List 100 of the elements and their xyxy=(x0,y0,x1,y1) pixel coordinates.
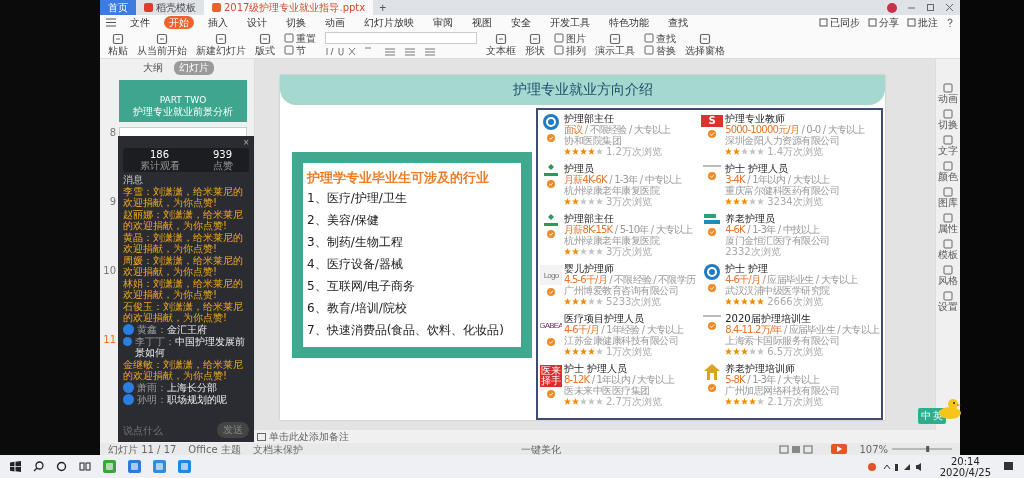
job-title[interactable]: 护理员 xyxy=(564,163,698,174)
side-tool[interactable]: 风格 xyxy=(938,265,958,286)
side-tool[interactable]: 切换 xyxy=(938,109,958,130)
notification-icon[interactable] xyxy=(1003,461,1014,472)
toolbar-action[interactable]: 已同步 xyxy=(819,15,860,30)
toolbar-button[interactable]: 图片 xyxy=(554,32,586,44)
toolbar-button[interactable]: 粘贴 xyxy=(108,32,128,56)
notes-placeholder[interactable]: 单击此处添加备注 xyxy=(269,429,349,444)
windows-start-icon[interactable] xyxy=(10,461,21,472)
thumbnail-text: 护理专业就业前景分析 xyxy=(133,105,233,119)
toolbar-button[interactable]: 替换 xyxy=(644,44,676,56)
company-name: 广州加思网络科技有限公司 xyxy=(725,385,841,396)
zoom-slider[interactable] xyxy=(892,445,952,453)
menu-tab[interactable]: 特色功能 xyxy=(604,16,654,29)
round-logo-icon xyxy=(703,263,722,281)
action-icon xyxy=(819,18,828,27)
menu-tab[interactable]: 开发工具 xyxy=(545,16,595,29)
menu-icon[interactable] xyxy=(106,18,116,27)
view-count: 1.4万次浏览 xyxy=(767,146,824,157)
app-icon[interactable] xyxy=(128,460,141,473)
job-title[interactable]: 养老护理员 xyxy=(725,213,879,224)
side-tool[interactable]: 模板 xyxy=(938,239,958,260)
maximize-icon[interactable] xyxy=(926,3,935,12)
side-tool[interactable]: 颜色 xyxy=(938,161,958,182)
document-tab[interactable]: 2017级护理专业就业指导.pptx xyxy=(204,0,374,15)
avatar-icon[interactable] xyxy=(887,2,897,13)
job-title[interactable]: 养老护理培训师 xyxy=(725,363,879,374)
job-title[interactable]: 婴儿护理师 xyxy=(564,263,698,274)
toolbar-action[interactable]: 分享 xyxy=(868,15,899,30)
toolbar-button[interactable]: 选择窗格 xyxy=(685,32,725,56)
stat-label: 点赞 xyxy=(212,160,233,171)
toolbar-button[interactable]: 节 xyxy=(284,44,316,56)
toolbar-button[interactable]: 新建幻灯片 xyxy=(196,32,246,56)
tool-icon xyxy=(943,291,953,301)
company-name: 厦门金恒汇医疗有限公司 xyxy=(725,235,831,246)
search-icon[interactable] xyxy=(33,461,44,472)
new-tab-button[interactable]: + xyxy=(373,0,393,15)
close-icon[interactable] xyxy=(945,3,954,12)
side-tool[interactable]: 动画 xyxy=(938,83,958,104)
toolbar-button[interactable]: 版式 xyxy=(255,32,275,56)
close-button[interactable]: × xyxy=(243,138,249,148)
verified-badge-icon xyxy=(708,172,717,180)
menu-tab[interactable]: 切换 xyxy=(281,16,311,29)
font-field[interactable] xyxy=(325,32,477,44)
job-title[interactable]: 护士 护理人员 xyxy=(725,163,879,174)
job-title[interactable]: 护士 护理 xyxy=(725,263,879,274)
stat-label: 累计观看 xyxy=(139,160,180,171)
toolbar-button[interactable]: 演示工具 xyxy=(595,32,635,56)
verified-badge-icon xyxy=(708,284,717,292)
tool-icon xyxy=(943,239,953,249)
help-icon[interactable] xyxy=(946,18,954,27)
protection-status[interactable]: 文档未保护 xyxy=(252,443,303,455)
company-logo: GABEA xyxy=(540,319,562,332)
menu-tab[interactable]: 视图 xyxy=(467,16,497,29)
industry-item: 4、医疗设备/器械 xyxy=(307,256,404,273)
side-tool[interactable]: 属性 xyxy=(938,213,958,234)
toolbar-button[interactable]: 排列 xyxy=(554,44,586,56)
toolbar-button[interactable]: 从当前开始 xyxy=(137,32,187,56)
job-title[interactable]: 护理部主任 xyxy=(564,113,698,124)
toolbar-button[interactable]: 文本框 xyxy=(486,32,516,56)
document-tab[interactable]: 稻壳模板 xyxy=(136,0,204,15)
job-title[interactable]: 护理专业教师 xyxy=(725,113,879,124)
toolbar-button[interactable]: 形状 xyxy=(525,32,545,56)
menu-tab[interactable]: 插入 xyxy=(203,16,233,29)
toolbar-button[interactable]: 重置 xyxy=(284,32,316,44)
slider-thumb[interactable] xyxy=(926,446,930,452)
chat-heading: 消息 xyxy=(123,174,144,185)
menu-tab[interactable]: 安全 xyxy=(506,16,536,29)
side-tool[interactable]: 设置 xyxy=(938,291,958,312)
view-count: 5233次浏览 xyxy=(606,296,662,307)
job-details: 3-4K / 1年以内 / 大专以上 xyxy=(725,174,831,185)
document-tab[interactable]: 首页 xyxy=(100,0,136,15)
tool-icon xyxy=(943,135,953,145)
menu-tab[interactable]: 查找 xyxy=(663,16,693,29)
circle-icon[interactable] xyxy=(56,461,67,472)
toolbar-action[interactable]: 批注 xyxy=(907,15,938,30)
industry-item: 3、制药/生物工程 xyxy=(307,234,404,251)
side-tool[interactable]: 文字 xyxy=(938,135,958,156)
side-tool[interactable]: 图库 xyxy=(938,187,958,208)
menu-tab[interactable]: 设计 xyxy=(242,16,272,29)
menu-tab[interactable]: 幻灯片放映 xyxy=(359,16,419,29)
menu-tab[interactable]: 动画 xyxy=(320,16,350,29)
panel-tab[interactable]: 大纲 xyxy=(138,61,168,75)
menu-tab[interactable]: 审阅 xyxy=(428,16,458,29)
job-title[interactable]: 护理部主任 xyxy=(564,213,698,224)
beautify-button[interactable]: 一键美化 xyxy=(521,443,562,455)
job-title[interactable]: 护士 护理人员 xyxy=(564,363,698,374)
toolbar-button[interactable]: 查找 xyxy=(644,32,676,44)
chat-input[interactable]: 说点什么 xyxy=(123,423,203,437)
menu-tab[interactable]: 文件 xyxy=(125,16,155,29)
job-title[interactable]: 2020届护理培训生 xyxy=(725,313,879,324)
app-icon[interactable] xyxy=(178,460,191,473)
logo-badge: S xyxy=(701,115,724,127)
task-view-icon[interactable] xyxy=(79,461,91,472)
job-title[interactable]: 医疗项目护理人员 xyxy=(564,313,698,324)
note-icon xyxy=(257,432,266,441)
job-details: 月薪8K-15K / 5-10年 / 大专以上 xyxy=(564,224,694,235)
job-details: 5000-10000元/月 / 0-0 / 大专以上 xyxy=(725,124,866,135)
play-icon[interactable] xyxy=(831,444,848,454)
company-name: 协和医院集团 xyxy=(564,135,621,146)
